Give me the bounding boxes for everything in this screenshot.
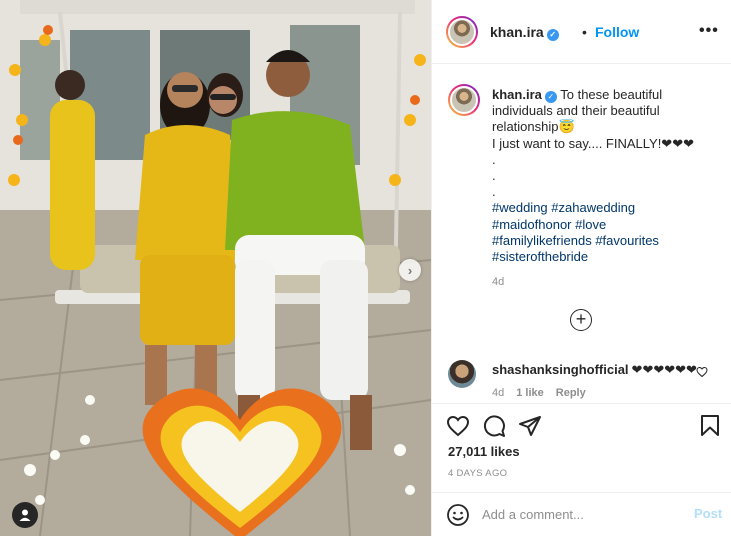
commenter-username-link[interactable]: shashanksinghofficial — [492, 362, 629, 377]
avatar[interactable] — [446, 16, 478, 48]
caption-dot: . — [492, 168, 496, 183]
post-comment-button[interactable]: Post — [694, 506, 722, 521]
username-link[interactable]: khan.ira — [490, 24, 544, 40]
hashtag-link[interactable]: #maidofhonor — [492, 217, 572, 232]
comment-like-heart-icon[interactable] — [696, 366, 708, 378]
post-author[interactable]: khan.ira ✓ — [490, 24, 559, 41]
caption-dot: . — [492, 151, 496, 167]
hashtag-link[interactable]: #favourites — [595, 233, 659, 248]
comment-icon[interactable] — [482, 414, 506, 438]
comment-text-line: shashanksinghofficial ❤❤❤❤❤❤ — [492, 362, 697, 378]
plus-icon: + — [575, 309, 587, 329]
comment-body: ❤❤❤❤❤❤ — [631, 362, 697, 377]
hashtag-link[interactable]: #sisterofthebride — [492, 249, 588, 264]
share-icon[interactable] — [518, 414, 542, 438]
wedding-photo-illustration — [0, 0, 431, 536]
hashtag-link[interactable]: #familylikefriends — [492, 233, 592, 248]
likes-count[interactable]: 27,011 likes — [448, 444, 520, 459]
reply-button[interactable]: Reply — [556, 387, 586, 399]
emoji-icon[interactable] — [446, 503, 470, 527]
caption-line-2: I just want to say.... FINALLY!❤❤❤ — [492, 135, 694, 151]
chevron-right-icon: › — [407, 262, 413, 278]
bookmark-icon[interactable] — [698, 414, 722, 438]
caption-username-link[interactable]: khan.ira — [492, 87, 542, 102]
hashtag-link[interactable]: #wedding — [492, 200, 548, 215]
verified-badge-icon: ✓ — [544, 91, 557, 103]
user-tag-icon — [19, 509, 31, 521]
caption-text: khan.ira ✓ To these beautiful individuals… — [492, 87, 714, 265]
hashtag-link[interactable]: #love — [575, 217, 606, 232]
load-more-comments-button[interactable]: + — [570, 309, 592, 331]
post-photo[interactable]: › — [0, 0, 431, 536]
post-header: khan.ira ✓ • Follow ••• — [432, 0, 731, 64]
comment-likes-link[interactable]: 1 like — [516, 387, 544, 399]
post-timestamp[interactable]: 4 DAYS AGO — [448, 468, 507, 479]
more-options-icon[interactable]: ••• — [699, 22, 719, 40]
caption-time[interactable]: 4d — [492, 276, 504, 288]
caption-avatar[interactable] — [448, 84, 480, 116]
commenter-avatar[interactable] — [448, 360, 476, 388]
hashtags: #wedding #zahawedding #maidofhonor #love… — [492, 200, 714, 265]
post-side-panel: khan.ira ✓ • Follow ••• khan.ira ✓ To thes… — [431, 0, 731, 536]
tagged-users-button[interactable] — [12, 502, 38, 528]
comment-meta: 4d 1 like Reply — [492, 387, 598, 399]
add-comment-bar: Post — [432, 492, 731, 536]
comment-time[interactable]: 4d — [492, 387, 504, 399]
caption-dot: . — [492, 184, 496, 200]
separator-dot: • — [582, 24, 587, 40]
comment-input[interactable] — [482, 501, 682, 527]
verified-badge-icon: ✓ — [546, 29, 559, 41]
next-photo-button[interactable]: › — [399, 259, 421, 281]
heart-icon[interactable] — [446, 414, 470, 438]
follow-button[interactable]: Follow — [595, 24, 639, 40]
hashtag-link[interactable]: #zahawedding — [551, 200, 635, 215]
